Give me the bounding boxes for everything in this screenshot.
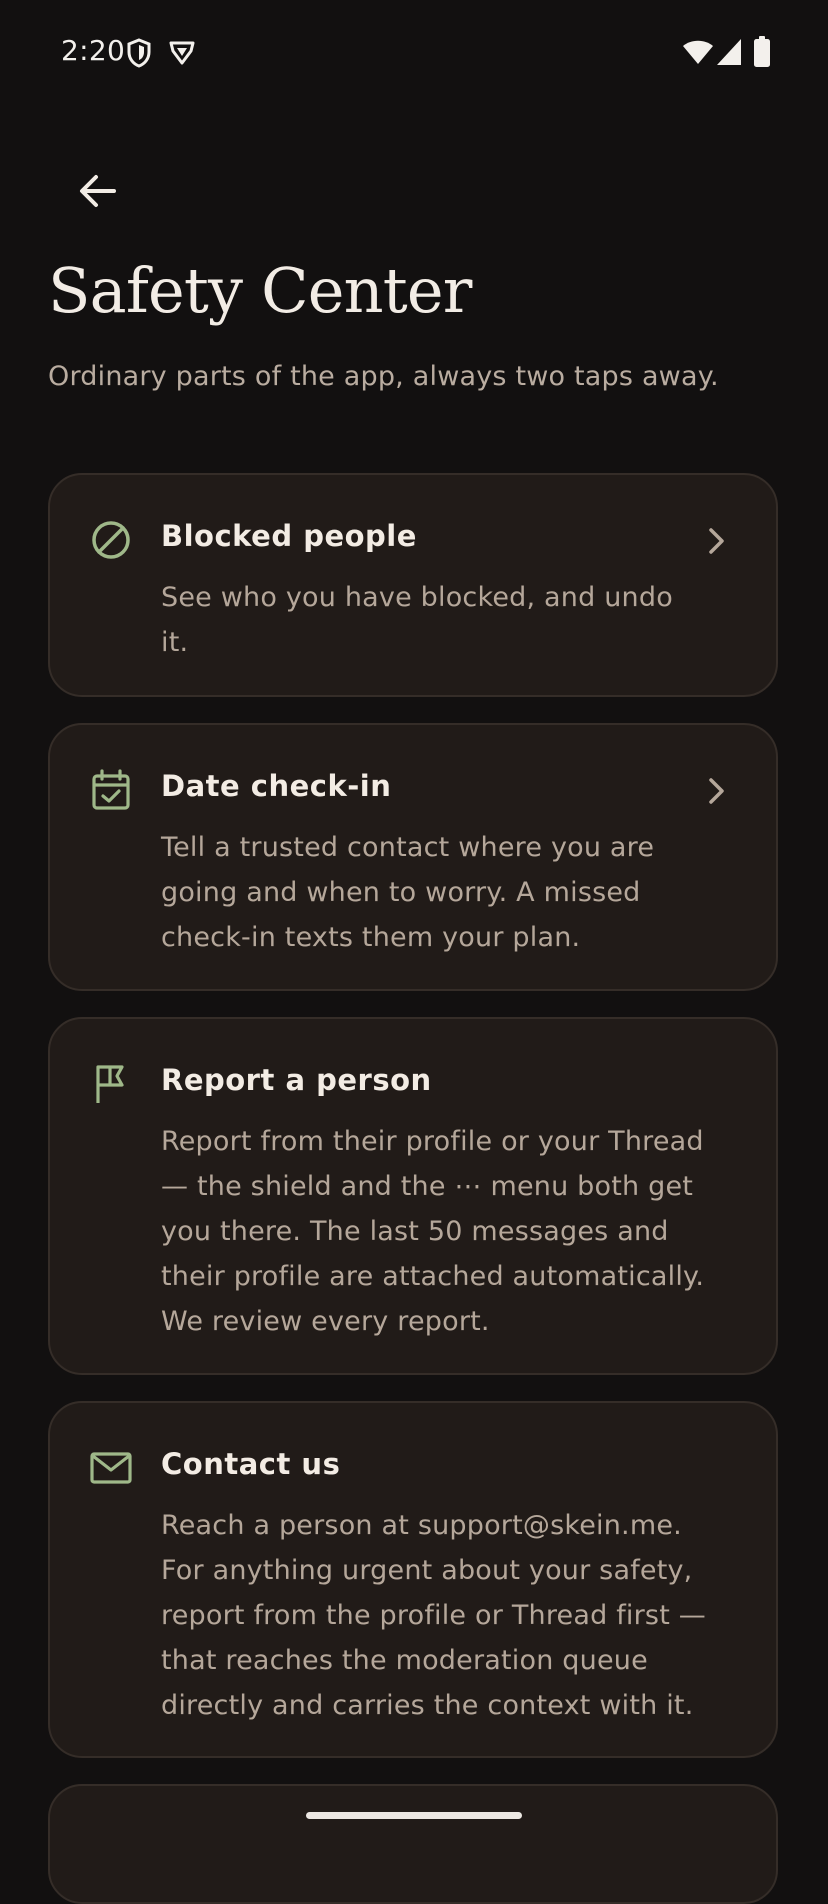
wifi-icon — [682, 38, 714, 70]
blocked-people-card[interactable]: Blocked people See who you have blocked,… — [48, 473, 778, 697]
mail-icon — [90, 1452, 132, 1484]
next-card-peek — [48, 1784, 778, 1904]
card-description: Report from their profile or your Thread… — [161, 1126, 705, 1337]
calendar-check-icon — [92, 769, 130, 810]
report-a-person-card: Report a person Report from their profil… — [48, 1017, 778, 1375]
page-title: Safety Center — [48, 254, 472, 327]
arrow-back-icon — [80, 175, 116, 207]
card-description: Tell a trusted contact where you are goi… — [161, 832, 655, 953]
page-subtitle: Ordinary parts of the app, always two ta… — [48, 361, 719, 392]
card-description: Reach a person at support@skein.me. For … — [161, 1510, 706, 1721]
date-check-in-card[interactable]: Date check-in Tell a trusted contact whe… — [48, 723, 778, 991]
home-indicator[interactable] — [306, 1812, 522, 1819]
back-button[interactable] — [64, 158, 130, 224]
chevron-right-icon — [709, 778, 724, 804]
contact-us-card: Contact us Reach a person at support@ske… — [48, 1401, 778, 1758]
card-description: See who you have blocked, and undo it. — [161, 582, 673, 658]
block-icon — [92, 521, 130, 559]
card-title: Date check-in — [161, 769, 392, 803]
cellular-signal-icon — [716, 38, 742, 70]
card-title: Blocked people — [161, 519, 417, 553]
shield-status-icon — [126, 38, 152, 72]
status-bar: 2:20 — [0, 0, 828, 104]
chevron-right-icon — [709, 528, 724, 554]
status-time: 2:20 — [61, 34, 126, 67]
flag-icon — [96, 1065, 124, 1103]
card-title: Contact us — [161, 1447, 341, 1481]
card-title: Report a person — [161, 1063, 432, 1097]
vpn-status-icon — [168, 38, 196, 70]
battery-icon — [754, 36, 770, 71]
